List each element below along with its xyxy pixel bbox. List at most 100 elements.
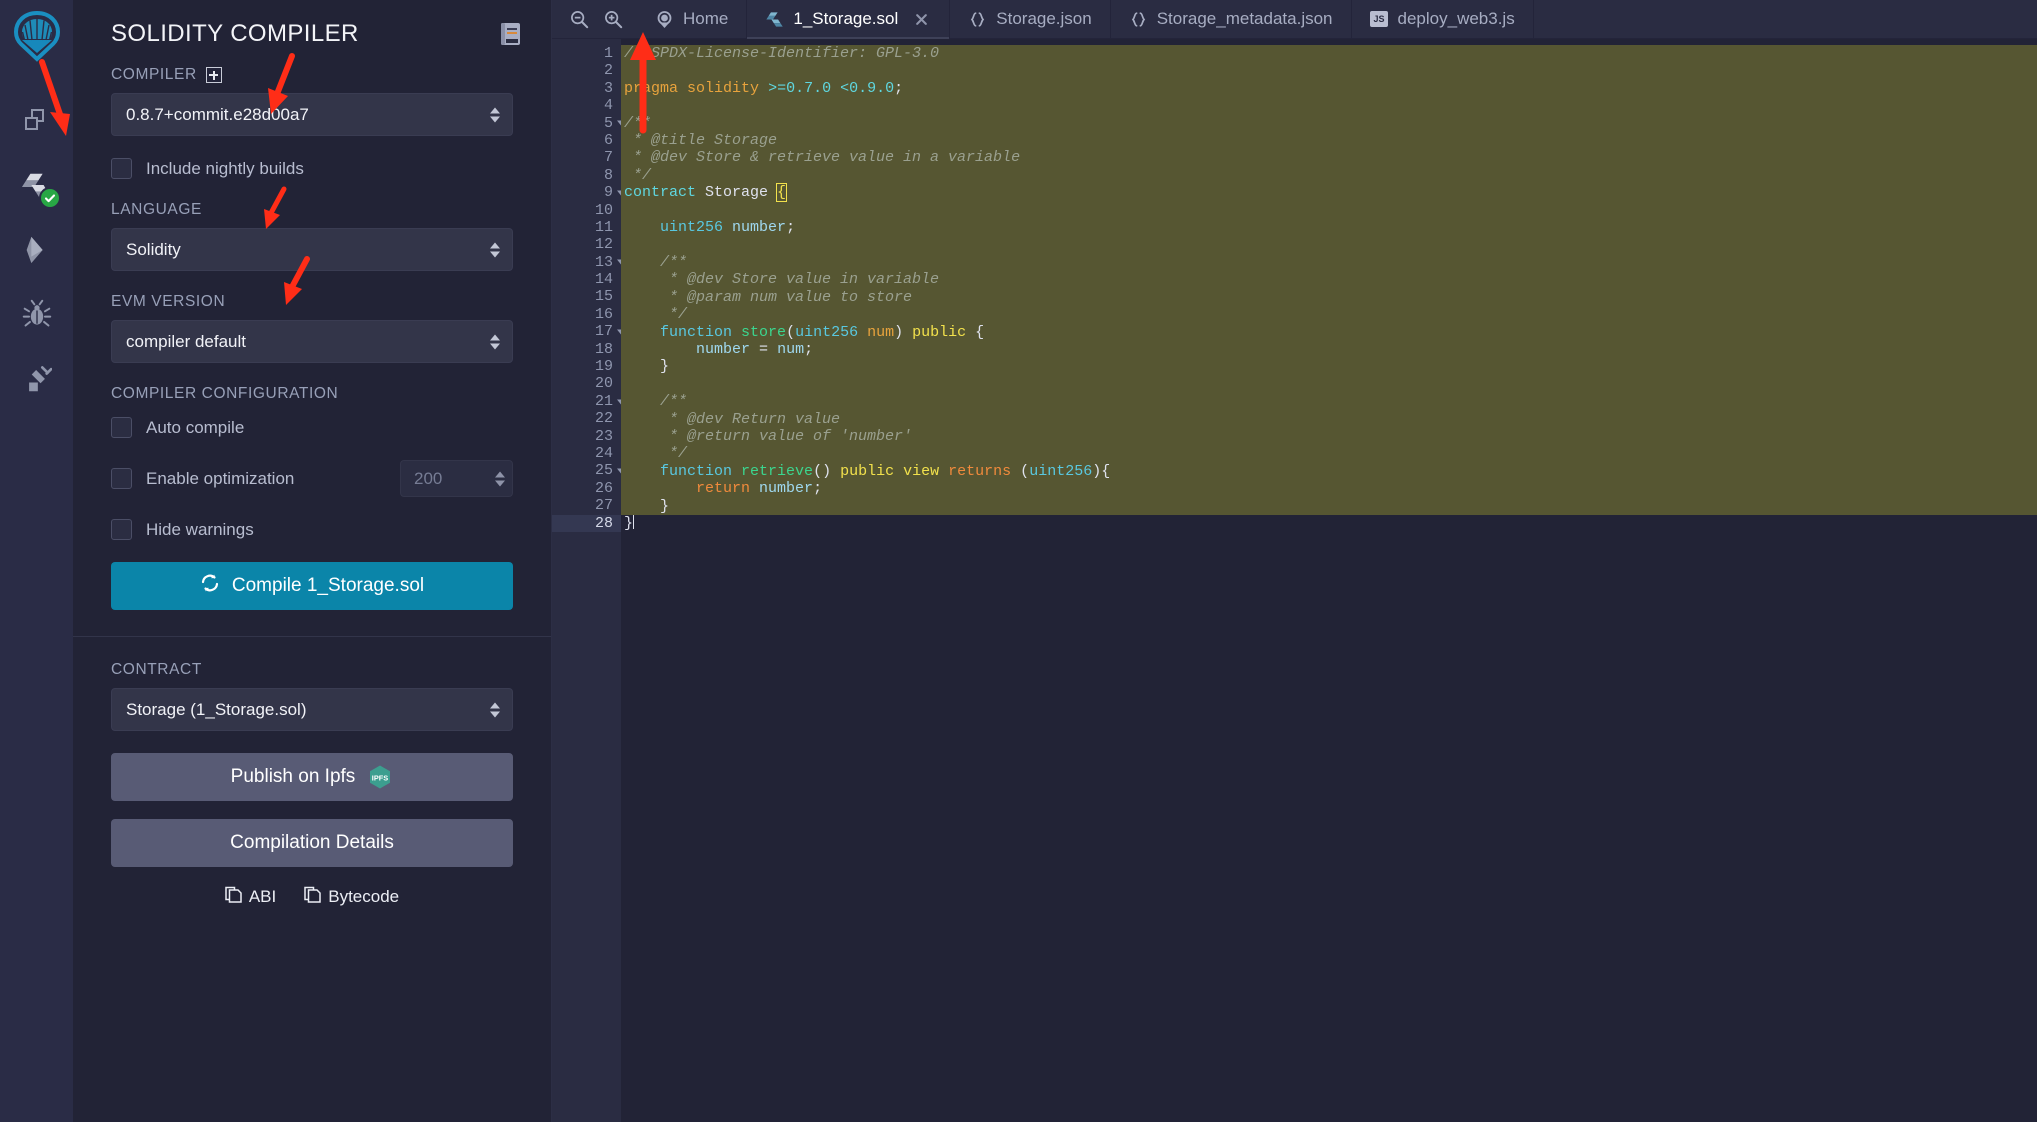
compiler-label: COMPILER [111, 66, 197, 83]
remix-home-icon [655, 10, 674, 29]
line-number: 15 [594, 288, 613, 306]
copy-row: ABI Bytecode [111, 885, 513, 909]
line-number: 20 [594, 375, 613, 393]
panel-header: SOLIDITY COMPILER [73, 0, 551, 54]
copy-icon [225, 885, 242, 909]
remix-ide-window: SOLIDITY COMPILER COMPILER 0.8.7+commit.… [0, 0, 2037, 1122]
line-number: 25 [552, 462, 625, 479]
icon-rail [0, 0, 73, 1122]
line-number: 14 [594, 271, 613, 289]
json-braces-icon [1129, 10, 1148, 29]
contract-section: CONTRACT Storage (1_Storage.sol) Publish… [73, 637, 551, 909]
copy-abi-label: ABI [248, 887, 277, 906]
optimization-runs-wrap: 200 [400, 460, 513, 497]
line-number: 7 [603, 149, 613, 167]
line-number: 2 [603, 62, 613, 80]
auto-compile-label: Auto compile [146, 417, 245, 437]
plugin-manager-icon[interactable] [15, 356, 59, 400]
json-braces-icon [968, 10, 987, 29]
line-number: 23 [594, 427, 613, 445]
evm-version-select[interactable]: compiler default [111, 320, 513, 363]
line-number: 22 [594, 410, 613, 428]
enable-optimization-checkbox[interactable] [111, 468, 132, 489]
compile-button-label: Compile 1_Storage.sol [231, 575, 425, 596]
zoom-out-icon[interactable] [568, 8, 590, 30]
tab-home[interactable]: Home [637, 0, 748, 38]
svg-text:IPFS: IPFS [372, 773, 388, 782]
deploy-run-transactions-icon[interactable] [15, 228, 59, 272]
publish-on-ipfs-label: Publish on Ipfs [230, 766, 356, 787]
copy-icon [304, 885, 321, 909]
tab-storage-json[interactable]: Storage.json [950, 0, 1111, 38]
tab-1-storage-sol[interactable]: 1_Storage.sol [747, 0, 951, 39]
tab-storage-metadata-json[interactable]: Storage_metadata.json [1111, 0, 1352, 38]
line-number: 4 [603, 97, 613, 115]
line-number: 18 [594, 340, 613, 358]
tab-label: Storage.json [996, 9, 1092, 28]
line-number: 6 [603, 131, 613, 149]
compiler-settings: COMPILER 0.8.7+commit.e28d00a7 Include n… [73, 54, 551, 610]
copy-bytecode-button[interactable]: Bytecode [304, 885, 399, 909]
compiler-version-select[interactable]: 0.8.7+commit.e28d00a7 [111, 93, 513, 136]
contract-select-wrap: Storage (1_Storage.sol) [111, 688, 513, 731]
line-number: 17 [552, 323, 625, 340]
file-explorer-icon[interactable] [15, 100, 59, 144]
copy-bytecode-label: Bytecode [328, 887, 400, 906]
tab-label: deploy_web3.js [1397, 9, 1515, 28]
include-nightly-builds-label: Include nightly builds [146, 158, 304, 178]
line-number: 12 [594, 236, 613, 254]
solidity-compiler-icon[interactable] [15, 164, 61, 209]
compilation-details-label: Compilation Details [230, 832, 394, 853]
line-number: 8 [603, 166, 613, 184]
line-number: 11 [594, 218, 613, 236]
line-number: 5 [552, 115, 625, 132]
tab-deploy-web3-js[interactable]: JS deploy_web3.js [1352, 0, 1534, 38]
ipfs-hexagon-icon: IPFS [367, 764, 393, 790]
tab-label: 1_Storage.sol [793, 9, 899, 28]
code-content-column[interactable]: // SPDX-License-Identifier: GPL-3.0 prag… [621, 39, 2037, 1122]
enable-optimization-row: Enable optimization 200 [111, 460, 513, 497]
line-number: 16 [594, 305, 613, 323]
compiler-label-row: COMPILER [111, 66, 513, 84]
book-icon[interactable] [499, 21, 523, 47]
remix-logo[interactable] [11, 10, 63, 62]
debugger-icon[interactable] [15, 292, 59, 336]
compilation-details-button[interactable]: Compilation Details [111, 819, 513, 867]
close-icon[interactable] [912, 10, 931, 29]
evm-version-select-wrap: compiler default [111, 320, 513, 363]
editor-tab-bar: Home 1_Storage.sol Storage.json Storage_… [552, 0, 2037, 39]
include-nightly-builds-row[interactable]: Include nightly builds [111, 158, 513, 179]
zoom-controls [552, 0, 637, 38]
code-editor[interactable]: 1 2 3 4 5 6 7 8 9 10 11 12 13 14 15 16 17 18 19 20 21 22 23 24 2… [552, 39, 2037, 1122]
hide-warnings-row[interactable]: Hide warnings [111, 519, 513, 540]
line-number: 21 [552, 393, 625, 410]
auto-compile-row[interactable]: Auto compile [111, 417, 513, 438]
editor-area: Home 1_Storage.sol Storage.json Storage_… [552, 0, 2037, 1122]
line-number: 24 [594, 444, 613, 462]
compiler-version-select-wrap: 0.8.7+commit.e28d00a7 [111, 93, 513, 136]
compile-button[interactable]: Compile 1_Storage.sol [111, 562, 513, 610]
copy-abi-button[interactable]: ABI [225, 885, 276, 909]
line-number-gutter: 1 2 3 4 5 6 7 8 9 10 11 12 13 14 15 16 17 18 19 20 21 22 23 24 2… [552, 39, 625, 1122]
js-file-icon: JS [1370, 10, 1389, 29]
language-select[interactable]: Solidity [111, 228, 513, 271]
line-number: 13 [552, 254, 625, 271]
language-label: LANGUAGE [111, 201, 202, 218]
line-number: 19 [594, 358, 613, 376]
refresh-icon [200, 573, 220, 599]
contract-select[interactable]: Storage (1_Storage.sol) [111, 688, 513, 731]
publish-on-ipfs-button[interactable]: Publish on Ipfs IPFS [111, 753, 513, 801]
enable-optimization-label: Enable optimization [146, 468, 295, 488]
auto-compile-checkbox[interactable] [111, 417, 132, 438]
optimization-runs-input[interactable]: 200 [400, 460, 513, 497]
plus-box-icon[interactable] [205, 67, 222, 83]
zoom-in-icon[interactable] [602, 8, 624, 30]
hide-warnings-checkbox[interactable] [111, 519, 132, 540]
contract-label: CONTRACT [111, 661, 202, 678]
line-number: 1 [603, 45, 613, 62]
source-code[interactable]: // SPDX-License-Identifier: GPL-3.0 prag… [621, 39, 2037, 532]
evm-version-label: EVM VERSION [111, 293, 226, 310]
include-nightly-builds-checkbox[interactable] [111, 158, 132, 179]
language-select-wrap: Solidity [111, 228, 513, 271]
solidity-compiler-panel: SOLIDITY COMPILER COMPILER 0.8.7+commit.… [73, 0, 552, 1122]
